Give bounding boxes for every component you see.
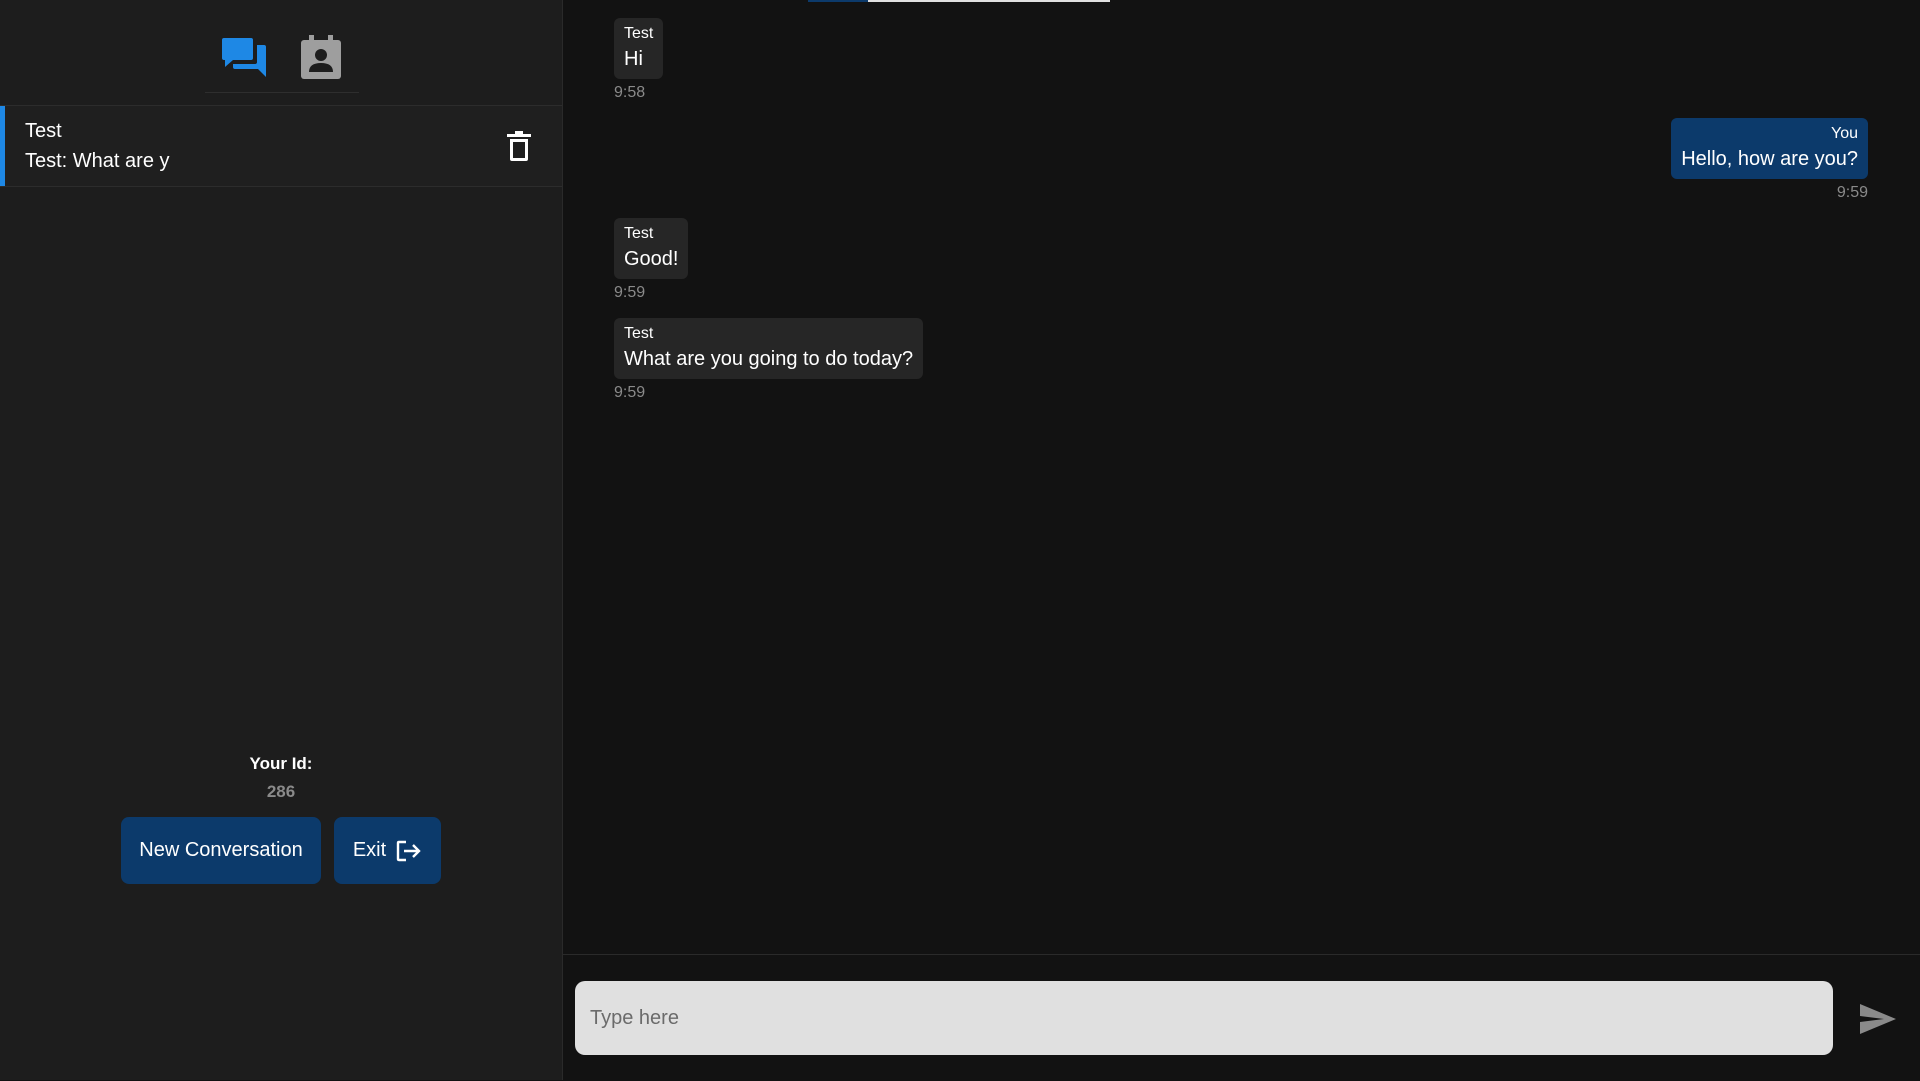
message-item: Test Good! 9:59 <box>614 218 689 302</box>
message-time: 9:59 <box>614 384 646 401</box>
selected-indicator <box>0 106 5 186</box>
message-text: What are you going to do today? <box>624 348 914 370</box>
message-sender: You <box>1831 125 1858 142</box>
message-item: Test What are you going to do today? 9:5… <box>614 318 924 402</box>
message-time: 9:59 <box>1836 184 1868 201</box>
message-text: Hi <box>624 48 643 70</box>
tab-contacts[interactable] <box>292 30 350 84</box>
sidebar-tabs <box>205 30 359 93</box>
progress-track <box>868 0 1110 2</box>
progress-indicator <box>808 0 868 2</box>
message-text: Hello, how are you? <box>1681 148 1858 170</box>
message-time: 9:59 <box>614 284 646 301</box>
message-input[interactable] <box>575 981 1833 1055</box>
message-sender: Test <box>624 325 654 342</box>
your-id-value: 286 <box>266 782 296 801</box>
exit-button[interactable]: Exit <box>334 817 441 884</box>
new-conversation-button[interactable]: New Conversation <box>121 817 321 884</box>
message-text: Good! <box>624 248 679 270</box>
chat-icon <box>221 38 266 77</box>
message-bubble: Test Good! <box>614 218 689 279</box>
message-bubble: You Hello, how are you? <box>1671 118 1868 179</box>
message-item: Test Hi 9:58 <box>614 18 664 102</box>
logout-icon <box>396 840 421 861</box>
message-bubble: Test What are you going to do today? <box>614 318 924 379</box>
delete-conversation-button[interactable] <box>502 129 536 163</box>
your-id-label: Your Id: <box>249 754 313 773</box>
conversation-item[interactable]: Test Test: What are y <box>0 105 562 187</box>
contacts-icon <box>300 35 341 79</box>
tab-conversations[interactable] <box>215 30 273 84</box>
send-button[interactable] <box>1858 999 1898 1039</box>
composer <box>563 954 1920 1081</box>
sidebar: Test Test: What are y Your Id: 286 New C… <box>0 0 563 1080</box>
trash-icon <box>507 131 531 161</box>
exit-label: Exit <box>352 839 387 861</box>
conversation-name: Test <box>25 120 62 142</box>
new-conversation-label: New Conversation <box>139 839 303 861</box>
message-item: You Hello, how are you? 9:59 <box>1671 118 1868 202</box>
send-icon <box>1860 1004 1896 1034</box>
message-time: 9:58 <box>614 84 646 101</box>
conversation-preview: Test: What are y <box>25 150 170 172</box>
message-sender: Test <box>624 225 654 242</box>
message-sender: Test <box>624 25 654 42</box>
message-bubble: Test Hi <box>614 18 664 79</box>
